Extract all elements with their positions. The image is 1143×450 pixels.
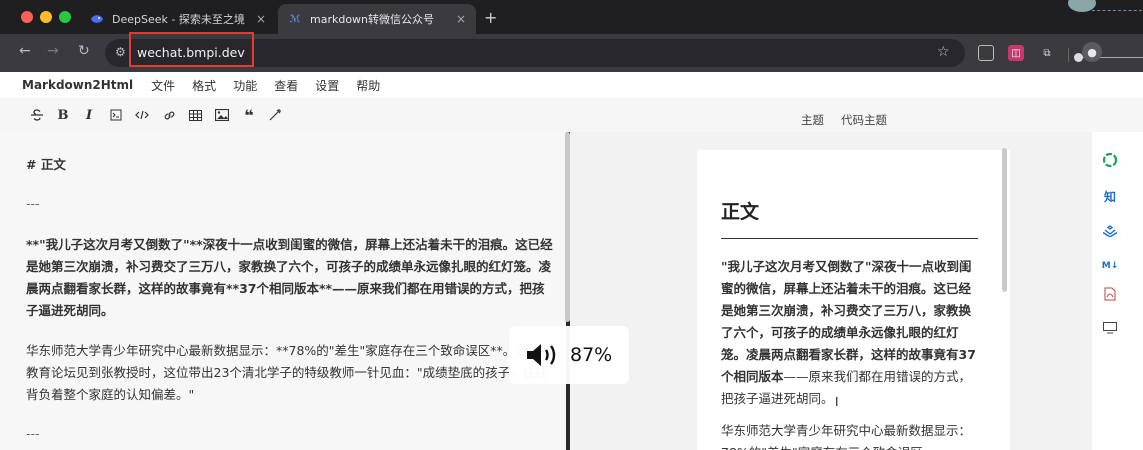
app-brand: Markdown2Html: [22, 78, 134, 92]
menu-file[interactable]: 文件: [151, 77, 175, 94]
maximize-window-button[interactable]: [59, 11, 71, 23]
markdown-editor[interactable]: # 正文 --- **"我儿子这次月考又倒数了"**深夜十一点收到闺蜜的微信，屏…: [0, 132, 566, 450]
browser-window: { "browser": { "tabs": [ {"title": "Deep…: [0, 0, 1143, 450]
bold-icon[interactable]: B: [54, 106, 72, 124]
close-window-button[interactable]: [21, 11, 33, 23]
menu-settings[interactable]: 设置: [315, 77, 339, 94]
monitor-icon[interactable]: [1101, 319, 1119, 337]
editor-rule-line: ---: [26, 196, 40, 211]
table-icon[interactable]: [186, 106, 204, 124]
image-icon[interactable]: [213, 106, 231, 124]
forward-button[interactable]: →: [47, 43, 59, 59]
menu-function[interactable]: 功能: [233, 77, 257, 94]
preview-card: 正文 "我儿子这次月考又倒数了"深夜十一点收到闺蜜的微信，屏幕上还沾着未干的泪痕…: [697, 150, 1010, 450]
pdf-icon[interactable]: [1101, 285, 1119, 303]
speaker-icon: [525, 342, 561, 372]
overlay-decoration: [1062, 0, 1143, 20]
preview-scrollbar[interactable]: [1002, 148, 1007, 292]
preview-title: 正文: [721, 201, 760, 223]
text-cursor-icon: I: [835, 395, 839, 409]
new-tab-button[interactable]: +: [484, 8, 497, 27]
close-tab-icon[interactable]: ×: [456, 12, 466, 26]
italic-icon[interactable]: I: [80, 106, 98, 124]
reload-button[interactable]: ↻: [78, 43, 90, 59]
link-icon[interactable]: [160, 106, 178, 124]
minimize-window-button[interactable]: [40, 11, 52, 23]
profile-avatar[interactable]: ●: [1082, 42, 1102, 62]
deepseek-icon: [90, 12, 104, 26]
tab-strip: DeepSeek - 探索未至之境 × ℳ markdown转微信公众号 × +: [0, 0, 1143, 34]
menu-view[interactable]: 查看: [274, 77, 298, 94]
tab-title: markdown转微信公众号: [310, 13, 435, 26]
preview-paragraph: 华东师范大学青少年研究中心最新数据显示：78%的"差生"家庭存在三个致命误区: [721, 423, 972, 450]
tab-deepseek[interactable]: DeepSeek - 探索未至之境 ×: [80, 4, 276, 34]
editor-paragraph: **"我儿子这次月考又倒数了"**深夜十一点收到闺蜜的微信，屏幕上还沾着未干的泪…: [26, 237, 553, 318]
markdown-icon[interactable]: M↓: [1101, 257, 1119, 275]
puzzle-extensions-icon[interactable]: ⧉: [1039, 45, 1055, 61]
tab-markdown[interactable]: ℳ markdown转微信公众号 ×: [278, 4, 476, 34]
extension-icon[interactable]: [978, 45, 994, 61]
strikethrough-icon[interactable]: [28, 106, 46, 124]
code-icon[interactable]: [133, 106, 151, 124]
tab-title: DeepSeek - 探索未至之境: [112, 13, 245, 26]
chatgpt-icon[interactable]: [1101, 151, 1119, 169]
zhihu-icon[interactable]: 知: [1101, 187, 1119, 205]
menu-help[interactable]: 帮助: [356, 77, 380, 94]
editor-paragraph: 华东师范大学青少年研究中心最新数据显示：**78%的"差生"家庭存在三个致命误区…: [26, 343, 553, 402]
preview-paragraph: "我儿子这次月考又倒数了"深夜十一点收到闺蜜的微信，屏幕上还沾着未干的泪痕。这已…: [721, 256, 981, 410]
extension-icon[interactable]: ◫: [1008, 45, 1024, 61]
back-button[interactable]: ←: [19, 43, 31, 59]
editor-heading-line: # 正文: [26, 157, 66, 172]
markdown-favicon-icon: ℳ: [289, 13, 301, 25]
quote-icon[interactable]: ❝: [240, 106, 258, 125]
url-highlight-box: [129, 32, 254, 67]
editor-rule-line: ---: [26, 426, 40, 441]
editor-toolbar: B I ❝ 主题 代码主题: [0, 98, 1143, 132]
preview-divider: [721, 238, 978, 239]
site-settings-icon[interactable]: ⚙: [115, 45, 126, 59]
formula-icon[interactable]: [107, 106, 125, 124]
bookmark-star-icon[interactable]: ☆: [937, 44, 950, 60]
divider: [1068, 48, 1069, 62]
volume-hud: 87%: [509, 326, 629, 384]
preview-bold-text: "我儿子这次月考又倒数了"深夜十一点收到闺蜜的微信，屏幕上还沾着未干的泪痕。这已…: [721, 259, 976, 384]
volume-level: 87%: [570, 344, 613, 366]
tab-code-theme[interactable]: 代码主题: [841, 112, 887, 128]
close-tab-icon[interactable]: ×: [256, 12, 266, 26]
tab-theme[interactable]: 主题: [801, 112, 824, 128]
menu-format[interactable]: 格式: [192, 77, 216, 94]
juejin-icon[interactable]: [1101, 222, 1119, 240]
app-menu-bar: Markdown2Html 文件 格式 功能 查看 设置 帮助: [0, 72, 1143, 98]
format-icon[interactable]: [266, 106, 284, 124]
